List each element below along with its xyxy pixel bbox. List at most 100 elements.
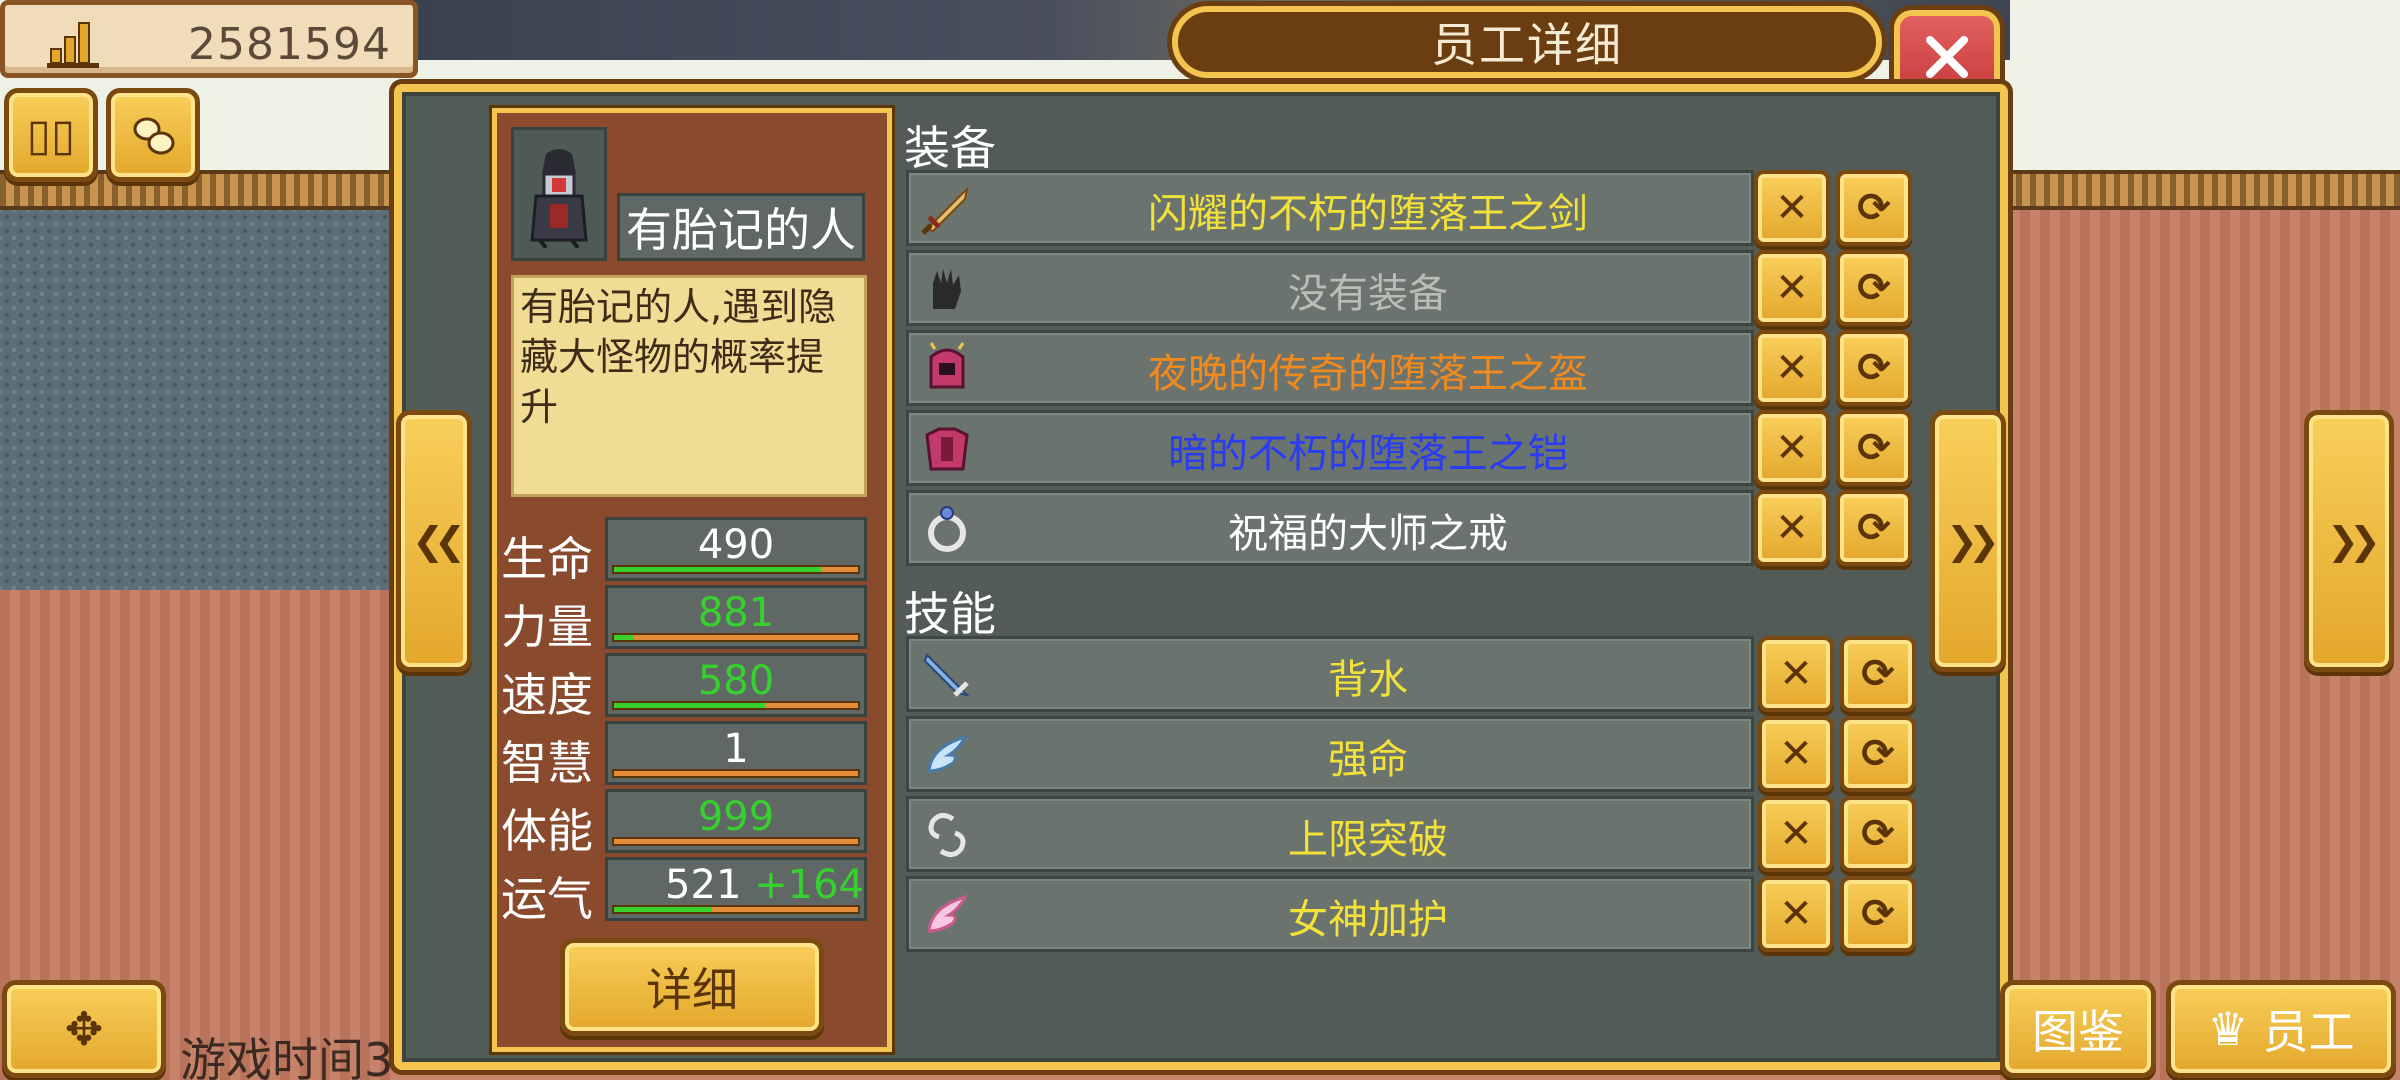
staff-label: 员工 xyxy=(2262,1005,2355,1059)
money-value: 2581594 xyxy=(188,19,391,70)
wing-icon xyxy=(927,734,968,773)
stat-bar xyxy=(612,837,860,846)
unequip-button[interactable]: ✕ xyxy=(1754,330,1830,406)
equipment-slot-ring[interactable]: 祝福的大师之戒 xyxy=(906,490,1754,566)
unequip-button[interactable]: ✕ xyxy=(1754,170,1830,246)
ring-icon xyxy=(928,506,966,552)
map-button[interactable]: ✥ xyxy=(2,980,166,1078)
swap-icon: ⟳ xyxy=(1857,185,1891,231)
stat-bar xyxy=(612,633,860,642)
stat-label: 智慧 xyxy=(501,736,593,790)
stat-bonus: +164 xyxy=(754,862,864,908)
close-icon: ✕ xyxy=(1779,731,1813,777)
stat-row-strength: 力量 881 xyxy=(501,585,871,654)
stat-row-luck: 运气 521 +164 xyxy=(501,857,871,926)
skill-slot-2[interactable]: 强命 xyxy=(906,716,1754,792)
stat-label: 运气 xyxy=(501,872,593,926)
codex-button[interactable]: 图鉴 xyxy=(2000,980,2156,1078)
swap-button[interactable]: ⟳ xyxy=(1836,490,1912,566)
swap-button[interactable]: ⟳ xyxy=(1836,250,1912,326)
stat-row-wisdom: 智慧 1 xyxy=(501,721,871,790)
character-avatar xyxy=(530,149,588,248)
ore-icon xyxy=(133,117,175,155)
resources-button[interactable] xyxy=(106,88,200,182)
swap-button[interactable]: ⟳ xyxy=(1836,410,1912,486)
close-icon: ✕ xyxy=(1775,185,1809,231)
stat-value: 580 xyxy=(697,658,775,704)
close-icon: ✕ xyxy=(1779,811,1813,857)
swap-button[interactable]: ⟳ xyxy=(1836,170,1912,246)
unequip-skill-button[interactable]: ✕ xyxy=(1758,876,1834,952)
swap-skill-button[interactable]: ⟳ xyxy=(1840,796,1916,872)
glove-icon xyxy=(933,269,961,309)
character-portrait xyxy=(511,127,607,261)
swap-icon: ⟳ xyxy=(1861,891,1895,937)
equipment-slot-helmet[interactable]: 夜晚的传奇的堕落王之盔 xyxy=(906,330,1754,406)
item-name: 没有装备 xyxy=(1288,271,1448,317)
skill-slot-1[interactable]: 背水 xyxy=(906,636,1754,712)
dialog-title-bar: 员工详细 xyxy=(1172,6,1882,78)
double-chevron-right-icon: ❯❯ xyxy=(1946,519,2000,563)
stat-value: 490 xyxy=(697,522,775,568)
stat-value: 999 xyxy=(697,794,775,840)
armor-icon xyxy=(925,427,969,471)
money-display: 2581594 xyxy=(0,0,418,78)
item-name: 女神加护 xyxy=(1288,897,1448,943)
close-icon: ✕ xyxy=(1775,505,1809,551)
equipment-slot-glove[interactable]: 没有装备 xyxy=(906,250,1754,326)
chain-icon xyxy=(928,813,966,857)
stat-box: 490 xyxy=(605,517,867,581)
staff-button-content: ♛ 员工 xyxy=(2171,985,2391,1073)
codex-label: 图鉴 xyxy=(2032,1005,2124,1059)
swap-icon: ⟳ xyxy=(1857,505,1891,551)
pause-icon: ▯▯ xyxy=(26,109,76,161)
character-name-box: 有胎记的人 xyxy=(617,193,865,261)
character-description: 有胎记的人,遇到隐藏大怪物的概率提升 xyxy=(511,275,867,497)
prev-employee-button[interactable]: ❮❮ xyxy=(396,410,472,672)
stat-bar xyxy=(612,565,860,574)
close-icon: ✕ xyxy=(1775,265,1809,311)
character-name: 有胎记的人 xyxy=(626,203,856,257)
stat-box: 999 xyxy=(605,789,867,853)
swap-skill-button[interactable]: ⟳ xyxy=(1840,876,1916,952)
stat-bar xyxy=(612,769,860,778)
stat-row-speed: 速度 580 xyxy=(501,653,871,722)
stat-label: 生命 xyxy=(501,532,593,586)
stat-row-stamina: 体能 999 xyxy=(501,789,871,858)
item-name: 暗的不朽的堕落王之铠 xyxy=(1168,431,1568,477)
sword-icon xyxy=(921,185,969,235)
unequip-button[interactable]: ✕ xyxy=(1754,250,1830,326)
dialog-title: 员工详细 xyxy=(1431,18,1623,72)
swap-button[interactable]: ⟳ xyxy=(1836,330,1912,406)
stat-value: 881 xyxy=(697,590,775,636)
close-icon: ✕ xyxy=(1779,891,1813,937)
next-employee-button[interactable]: ❯❯ xyxy=(1930,410,2006,672)
unequip-button[interactable]: ✕ xyxy=(1754,490,1830,566)
stat-box: 881 xyxy=(605,585,867,649)
stat-bar xyxy=(612,701,860,710)
blade-icon xyxy=(923,653,971,697)
stat-box: 521 +164 xyxy=(605,857,867,921)
skill-slot-3[interactable]: 上限突破 xyxy=(906,796,1754,872)
unequip-skill-button[interactable]: ✕ xyxy=(1758,716,1834,792)
detail-button[interactable]: 详细 xyxy=(560,938,824,1036)
unequip-skill-button[interactable]: ✕ xyxy=(1758,796,1834,872)
stat-label: 力量 xyxy=(501,600,593,654)
character-card: 有胎记的人 有胎记的人,遇到隐藏大怪物的概率提升 生命 490 力量 881 速… xyxy=(492,108,892,1052)
pause-button[interactable]: ▯▯ xyxy=(4,88,98,182)
game-time: 游戏时间3 xyxy=(180,1033,394,1080)
close-icon: ✕ xyxy=(1775,345,1809,391)
unequip-skill-button[interactable]: ✕ xyxy=(1758,636,1834,712)
swap-skill-button[interactable]: ⟳ xyxy=(1840,636,1916,712)
detail-button-label: 详细 xyxy=(646,963,738,1017)
staff-button[interactable]: ♛ 员工 xyxy=(2166,980,2396,1078)
scene-next-button[interactable]: ❯❯ xyxy=(2304,410,2394,672)
background-stone-floor xyxy=(0,210,400,590)
swap-icon: ⟳ xyxy=(1861,651,1895,697)
unequip-button[interactable]: ✕ xyxy=(1754,410,1830,486)
stat-bar xyxy=(612,905,860,914)
swap-skill-button[interactable]: ⟳ xyxy=(1840,716,1916,792)
skill-slot-4[interactable]: 女神加护 xyxy=(906,876,1754,952)
equipment-slot-weapon[interactable]: 闪耀的不朽的堕落王之剑 xyxy=(906,170,1754,246)
equipment-slot-armor[interactable]: 暗的不朽的堕落王之铠 xyxy=(906,410,1754,486)
